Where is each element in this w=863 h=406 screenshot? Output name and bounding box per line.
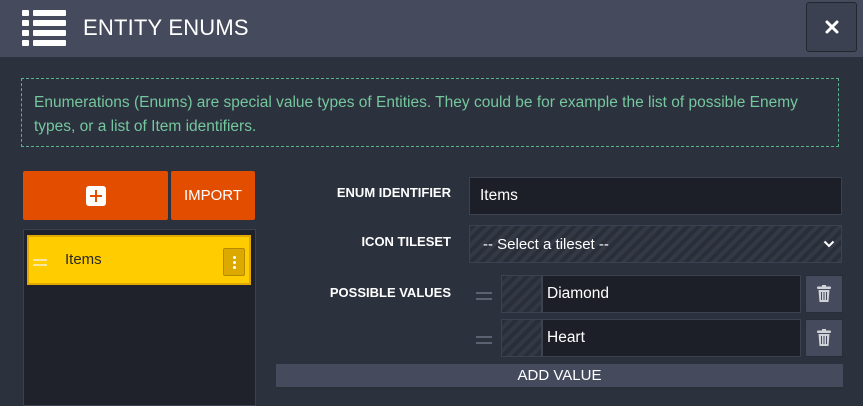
close-icon: [825, 20, 838, 34]
window-header: ENTITY ENUMS: [0, 0, 863, 57]
delete-value-button[interactable]: [805, 275, 843, 313]
drag-handle-icon[interactable]: [476, 336, 492, 348]
add-value-button[interactable]: ADD VALUE: [276, 364, 843, 389]
possible-values-label: POSSIBLE VALUES: [329, 285, 451, 300]
list-icon: [22, 10, 66, 46]
info-box: Enumerations (Enums) are special value t…: [21, 78, 839, 147]
add-enum-button[interactable]: [23, 171, 168, 220]
value-icon-placeholder[interactable]: [501, 275, 542, 313]
trash-icon: [817, 329, 831, 346]
icon-tileset-label: ICON TILESET: [361, 234, 451, 249]
enum-identifier-input[interactable]: Items: [469, 177, 842, 215]
enum-list: Items: [23, 229, 256, 406]
chevron-down-icon: [823, 240, 835, 248]
enum-identifier-label: ENUM IDENTIFIER: [336, 185, 451, 200]
enum-item-label: Items: [65, 251, 102, 268]
icon-tileset-select[interactable]: -- Select a tileset --: [469, 225, 842, 263]
info-text: Enumerations (Enums) are special value t…: [34, 94, 798, 135]
value-icon-placeholder[interactable]: [501, 319, 542, 357]
trash-icon: [817, 285, 831, 302]
value-name-text: Diamond: [547, 285, 610, 302]
value-name-text: Heart: [547, 329, 585, 346]
tileset-selected-value: -- Select a tileset --: [483, 235, 609, 253]
import-button[interactable]: IMPORT: [171, 171, 255, 220]
drag-handle-icon[interactable]: [476, 292, 492, 304]
value-name-input[interactable]: Heart: [542, 319, 801, 357]
value-name-input[interactable]: Diamond: [542, 275, 801, 313]
kebab-menu-icon: [232, 255, 236, 259]
enum-identifier-value: Items: [480, 187, 518, 204]
item-options-button[interactable]: [223, 248, 245, 276]
plus-square-icon: [85, 185, 106, 206]
close-button[interactable]: [806, 2, 857, 52]
drag-handle-icon[interactable]: [33, 259, 47, 269]
enum-list-item-items[interactable]: Items: [27, 235, 251, 285]
window-title: ENTITY ENUMS: [83, 15, 249, 40]
delete-value-button[interactable]: [805, 319, 843, 357]
